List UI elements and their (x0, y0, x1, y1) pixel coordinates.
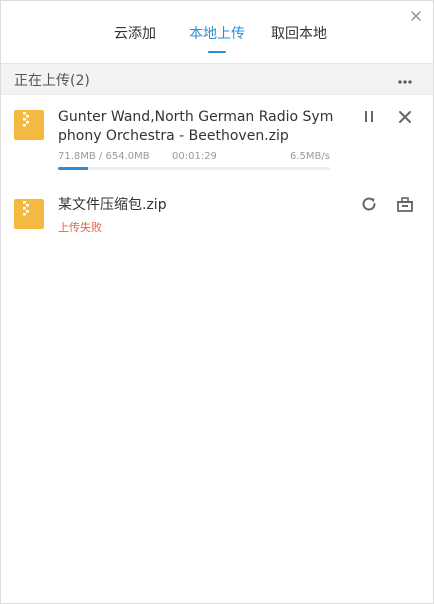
upload-size: 71.8MB / 654.0MB (58, 151, 150, 162)
retry-button[interactable] (360, 195, 378, 213)
active-tab-indicator (208, 51, 226, 53)
tab-cloud-add-label: 云添加 (114, 26, 156, 42)
upload-progress-fill (58, 167, 88, 170)
delete-button[interactable] (396, 195, 414, 213)
pause-icon (365, 111, 373, 122)
tab-download-local-label: 取回本地 (271, 26, 327, 42)
upload-speed: 6.5MB/s (290, 151, 330, 162)
tab-local-upload-label: 本地上传 (189, 26, 245, 42)
tab-download-local[interactable]: 取回本地 (271, 25, 327, 43)
close-panel-button[interactable] (408, 8, 424, 24)
tab-local-upload[interactable]: 本地上传 (189, 25, 245, 53)
retry-icon (362, 197, 376, 211)
close-icon (411, 11, 421, 21)
delete-icon (397, 197, 413, 212)
upload-elapsed-time: 00:01:29 (172, 151, 217, 162)
close-icon (399, 111, 411, 123)
pause-button[interactable] (360, 108, 378, 126)
section-title: 正在上传(2) (14, 73, 90, 89)
upload-failed-status: 上传失败 (58, 221, 102, 234)
tab-cloud-add[interactable]: 云添加 (114, 25, 156, 43)
file-name: 某文件压缩包.zip (58, 197, 167, 213)
cancel-upload-button[interactable] (396, 108, 414, 126)
more-icon (398, 80, 412, 84)
uploading-section-header: 正在上传(2) (1, 63, 433, 95)
upload-panel: 云添加 本地上传 取回本地 正在上传(2) Gunter Wand,North … (0, 0, 434, 604)
zip-file-icon (14, 110, 44, 140)
more-options-button[interactable] (397, 73, 413, 85)
upload-meta: 71.8MB / 654.0MB 00:01:29 6.5MB/s (58, 151, 330, 162)
upload-item: 某文件压缩包.zip 上传失败 (1, 180, 433, 250)
tab-bar: 云添加 本地上传 取回本地 (1, 1, 433, 63)
upload-item: Gunter Wand,North German Radio Symphony … (1, 94, 433, 180)
upload-progress-bar (58, 167, 330, 170)
file-name: Gunter Wand,North German Radio Symphony … (58, 109, 334, 144)
zip-file-icon (14, 199, 44, 229)
